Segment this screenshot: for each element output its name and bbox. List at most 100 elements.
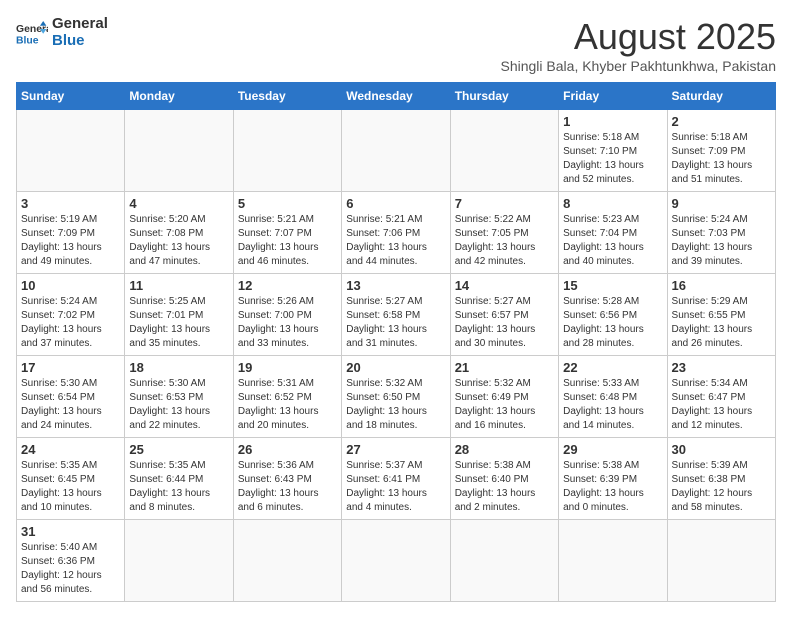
month-title: August 2025 — [501, 16, 777, 58]
day-info: Sunrise: 5:35 AM Sunset: 6:44 PM Dayligh… — [129, 459, 228, 515]
calendar-cell — [342, 110, 450, 192]
logo-icon: General Blue — [16, 19, 48, 47]
week-row-5: 31 Sunrise: 5:40 AM Sunset: 6:36 PM Dayli… — [17, 520, 776, 602]
day-number: 22 — [563, 360, 662, 375]
calendar: SundayMondayTuesdayWednesdayThursdayFrid… — [16, 82, 776, 602]
day-number: 7 — [455, 196, 554, 211]
day-number: 13 — [346, 278, 445, 293]
logo: General Blue General Blue — [16, 16, 108, 49]
calendar-cell: 11Sunrise: 5:25 AM Sunset: 7:01 PM Dayli… — [125, 274, 233, 356]
calendar-cell: 13 Sunrise: 5:27 AM Sunset: 6:58 PM Dayli… — [342, 274, 450, 356]
day-number: 16 — [672, 278, 771, 293]
day-number: 18 — [129, 360, 228, 375]
day-number: 28 — [455, 442, 554, 457]
calendar-cell: 17 Sunrise: 5:30 AM Sunset: 6:54 PM Dayli… — [17, 356, 125, 438]
day-info: Sunrise: 5:26 AM Sunset: 7:00 PM Dayligh… — [238, 295, 337, 351]
calendar-cell: 16 Sunrise: 5:29 AM Sunset: 6:55 PM Dayli… — [667, 274, 775, 356]
calendar-cell: 6Sunrise: 5:21 AM Sunset: 7:06 PM Daylig… — [342, 192, 450, 274]
day-number: 9 — [672, 196, 771, 211]
calendar-cell: 2 Sunrise: 5:18 AM Sunset: 7:09 PM Daylig… — [667, 110, 775, 192]
day-number: 20 — [346, 360, 445, 375]
logo-blue-text: Blue — [52, 33, 108, 50]
week-row-3: 17 Sunrise: 5:30 AM Sunset: 6:54 PM Dayli… — [17, 356, 776, 438]
day-info: Sunrise: 5:32 AM Sunset: 6:49 PM Dayligh… — [455, 377, 554, 433]
day-info: Sunrise: 5:21 AM Sunset: 7:06 PM Dayligh… — [346, 213, 445, 269]
weekday-header-saturday: Saturday — [667, 83, 775, 110]
day-info: Sunrise: 5:34 AM Sunset: 6:47 PM Dayligh… — [672, 377, 771, 433]
day-info: Sunrise: 5:31 AM Sunset: 6:52 PM Dayligh… — [238, 377, 337, 433]
day-number: 29 — [563, 442, 662, 457]
day-info: Sunrise: 5:24 AM Sunset: 7:03 PM Dayligh… — [672, 213, 771, 269]
calendar-cell: 9 Sunrise: 5:24 AM Sunset: 7:03 PM Daylig… — [667, 192, 775, 274]
week-row-2: 10Sunrise: 5:24 AM Sunset: 7:02 PM Dayli… — [17, 274, 776, 356]
day-info: Sunrise: 5:22 AM Sunset: 7:05 PM Dayligh… — [455, 213, 554, 269]
calendar-cell: 24Sunrise: 5:35 AM Sunset: 6:45 PM Dayli… — [17, 438, 125, 520]
day-info: Sunrise: 5:19 AM Sunset: 7:09 PM Dayligh… — [21, 213, 120, 269]
day-info: Sunrise: 5:20 AM Sunset: 7:08 PM Dayligh… — [129, 213, 228, 269]
weekday-header-row: SundayMondayTuesdayWednesdayThursdayFrid… — [17, 83, 776, 110]
calendar-cell: 14Sunrise: 5:27 AM Sunset: 6:57 PM Dayli… — [450, 274, 558, 356]
weekday-header-friday: Friday — [559, 83, 667, 110]
calendar-cell: 28Sunrise: 5:38 AM Sunset: 6:40 PM Dayli… — [450, 438, 558, 520]
day-info: Sunrise: 5:29 AM Sunset: 6:55 PM Dayligh… — [672, 295, 771, 351]
day-number: 11 — [129, 278, 228, 293]
day-info: Sunrise: 5:27 AM Sunset: 6:57 PM Dayligh… — [455, 295, 554, 351]
calendar-cell: 12Sunrise: 5:26 AM Sunset: 7:00 PM Dayli… — [233, 274, 341, 356]
day-number: 21 — [455, 360, 554, 375]
day-info: Sunrise: 5:39 AM Sunset: 6:38 PM Dayligh… — [672, 459, 771, 515]
calendar-cell: 30 Sunrise: 5:39 AM Sunset: 6:38 PM Dayli… — [667, 438, 775, 520]
calendar-cell: 29Sunrise: 5:38 AM Sunset: 6:39 PM Dayli… — [559, 438, 667, 520]
day-info: Sunrise: 5:33 AM Sunset: 6:48 PM Dayligh… — [563, 377, 662, 433]
day-number: 5 — [238, 196, 337, 211]
day-number: 30 — [672, 442, 771, 457]
day-info: Sunrise: 5:30 AM Sunset: 6:54 PM Dayligh… — [21, 377, 120, 433]
day-info: Sunrise: 5:21 AM Sunset: 7:07 PM Dayligh… — [238, 213, 337, 269]
day-info: Sunrise: 5:28 AM Sunset: 6:56 PM Dayligh… — [563, 295, 662, 351]
week-row-4: 24Sunrise: 5:35 AM Sunset: 6:45 PM Dayli… — [17, 438, 776, 520]
location-title: Shingli Bala, Khyber Pakhtunkhwa, Pakist… — [501, 58, 777, 74]
day-info: Sunrise: 5:24 AM Sunset: 7:02 PM Dayligh… — [21, 295, 120, 351]
day-number: 24 — [21, 442, 120, 457]
calendar-cell — [450, 520, 558, 602]
day-info: Sunrise: 5:27 AM Sunset: 6:58 PM Dayligh… — [346, 295, 445, 351]
day-number: 25 — [129, 442, 228, 457]
day-number: 31 — [21, 524, 120, 539]
weekday-header-tuesday: Tuesday — [233, 83, 341, 110]
day-number: 1 — [563, 114, 662, 129]
calendar-cell — [17, 110, 125, 192]
calendar-cell: 10Sunrise: 5:24 AM Sunset: 7:02 PM Dayli… — [17, 274, 125, 356]
day-info: Sunrise: 5:37 AM Sunset: 6:41 PM Dayligh… — [346, 459, 445, 515]
calendar-cell: 22 Sunrise: 5:33 AM Sunset: 6:48 PM Dayli… — [559, 356, 667, 438]
weekday-header-wednesday: Wednesday — [342, 83, 450, 110]
calendar-cell: 26Sunrise: 5:36 AM Sunset: 6:43 PM Dayli… — [233, 438, 341, 520]
day-number: 19 — [238, 360, 337, 375]
calendar-cell: 18 Sunrise: 5:30 AM Sunset: 6:53 PM Dayli… — [125, 356, 233, 438]
day-info: Sunrise: 5:40 AM Sunset: 6:36 PM Dayligh… — [21, 541, 120, 597]
calendar-cell: 4Sunrise: 5:20 AM Sunset: 7:08 PM Daylig… — [125, 192, 233, 274]
day-info: Sunrise: 5:18 AM Sunset: 7:09 PM Dayligh… — [672, 131, 771, 187]
day-number: 23 — [672, 360, 771, 375]
calendar-cell — [125, 110, 233, 192]
calendar-cell: 23 Sunrise: 5:34 AM Sunset: 6:47 PM Dayli… — [667, 356, 775, 438]
day-number: 2 — [672, 114, 771, 129]
calendar-cell: 25 Sunrise: 5:35 AM Sunset: 6:44 PM Dayli… — [125, 438, 233, 520]
day-number: 26 — [238, 442, 337, 457]
calendar-cell: 8Sunrise: 5:23 AM Sunset: 7:04 PM Daylig… — [559, 192, 667, 274]
calendar-cell — [559, 520, 667, 602]
weekday-header-monday: Monday — [125, 83, 233, 110]
day-number: 15 — [563, 278, 662, 293]
calendar-cell: 20Sunrise: 5:32 AM Sunset: 6:50 PM Dayli… — [342, 356, 450, 438]
calendar-cell: 1Sunrise: 5:18 AM Sunset: 7:10 PM Daylig… — [559, 110, 667, 192]
weekday-header-sunday: Sunday — [17, 83, 125, 110]
week-row-0: 1Sunrise: 5:18 AM Sunset: 7:10 PM Daylig… — [17, 110, 776, 192]
day-number: 17 — [21, 360, 120, 375]
week-row-1: 3 Sunrise: 5:19 AM Sunset: 7:09 PM Daylig… — [17, 192, 776, 274]
logo-general-text: General — [52, 16, 108, 33]
day-info: Sunrise: 5:30 AM Sunset: 6:53 PM Dayligh… — [129, 377, 228, 433]
day-number: 3 — [21, 196, 120, 211]
calendar-cell: 19 Sunrise: 5:31 AM Sunset: 6:52 PM Dayli… — [233, 356, 341, 438]
calendar-cell: 31 Sunrise: 5:40 AM Sunset: 6:36 PM Dayli… — [17, 520, 125, 602]
calendar-cell: 15 Sunrise: 5:28 AM Sunset: 6:56 PM Dayli… — [559, 274, 667, 356]
calendar-cell — [342, 520, 450, 602]
calendar-cell — [125, 520, 233, 602]
